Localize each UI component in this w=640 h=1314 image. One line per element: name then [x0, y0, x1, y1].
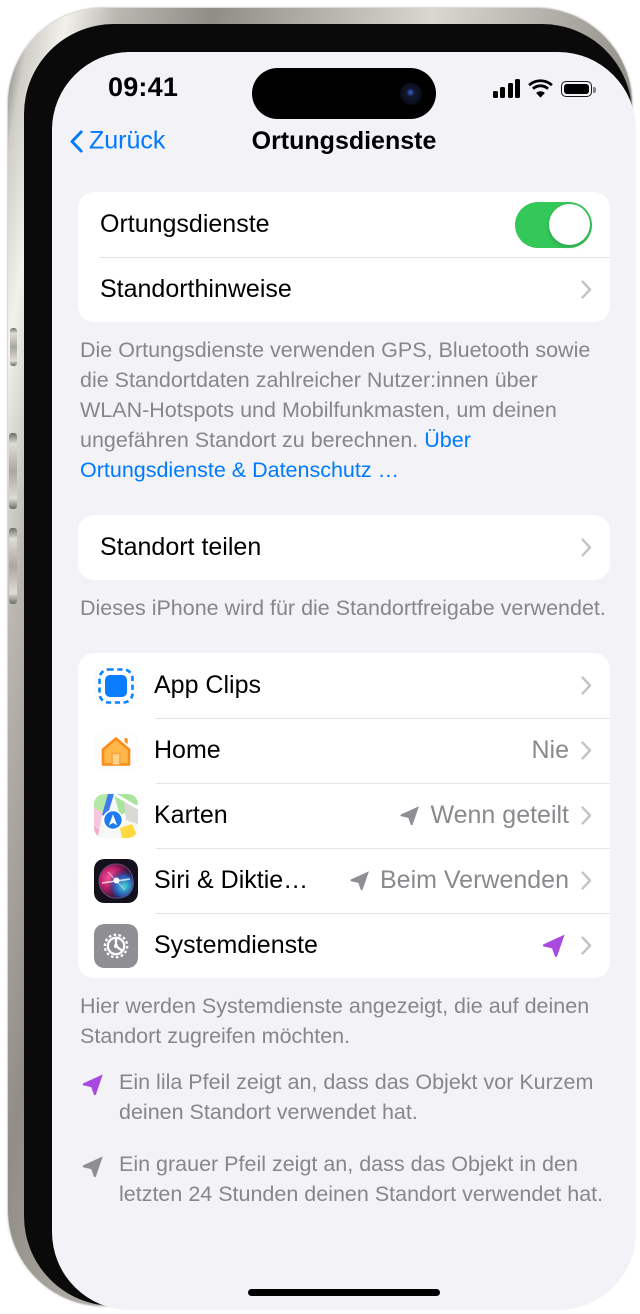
- iphone-device-frame: 09:41 Zurück Ortungsdienste Ortungsdiens…: [8, 8, 636, 1310]
- legend-text: Ein grauer Pfeil zeigt an, dass das Obje…: [119, 1152, 604, 1206]
- legend-text: Ein lila Pfeil zeigt an, dass das Objekt…: [119, 1070, 594, 1124]
- cellular-bars-icon: [492, 79, 520, 98]
- back-button-label: Zurück: [89, 126, 166, 155]
- location-services-toggle[interactable]: [515, 201, 592, 248]
- iphone-screen: 09:41 Zurück Ortungsdienste Ortungsdiens…: [52, 52, 636, 1310]
- footer-text: Hier werden Systemdienste angezeigt, die…: [80, 994, 590, 1048]
- system-services-footer: Hier werden Systemdienste angezeigt, die…: [52, 978, 636, 1051]
- share-location-group: Standort teilen: [78, 515, 610, 580]
- row-label: Home: [154, 736, 221, 764]
- legend-item-purple: Ein lila Pfeil zeigt an, dass das Objekt…: [80, 1067, 608, 1127]
- back-button[interactable]: Zurück: [70, 127, 165, 156]
- system-services-icon: [94, 923, 138, 968]
- row-label: Standort teilen: [100, 533, 262, 561]
- row-label: Systemdienste: [154, 931, 318, 959]
- chevron-right-icon: [581, 806, 592, 825]
- row-value: Nie: [531, 736, 569, 764]
- chevron-left-icon: [70, 129, 83, 153]
- arrow-legend: Ein lila Pfeil zeigt an, dass das Objekt…: [52, 1051, 636, 1209]
- volume-up-button[interactable]: [9, 433, 17, 509]
- front-camera-icon: [400, 82, 422, 105]
- device-bezel: 09:41 Zurück Ortungsdienste Ortungsdiens…: [24, 24, 636, 1310]
- gray-location-arrow-icon: [80, 1154, 105, 1179]
- status-bar-indicators: [492, 74, 596, 98]
- app-clips-icon: [94, 663, 138, 708]
- chevron-right-icon: [581, 538, 592, 557]
- home-app-icon: [94, 728, 138, 773]
- chevron-right-icon: [581, 280, 592, 299]
- row-app-clips[interactable]: App Clips: [78, 653, 610, 718]
- chevron-right-icon: [581, 936, 592, 955]
- page-title: Ortungsdienste: [251, 126, 437, 155]
- row-siri-dictation[interactable]: Siri & Diktie… Beim Verwenden: [78, 848, 610, 913]
- location-services-group: Ortungsdienste Standorthinweise: [78, 192, 610, 322]
- row-location-services[interactable]: Ortungsdienste: [78, 192, 610, 257]
- row-maps[interactable]: Karten Wenn geteilt: [78, 783, 610, 848]
- apps-permission-group: App Clips Home Nie Karten Wenn geteilt S…: [78, 653, 610, 978]
- row-home[interactable]: Home Nie: [78, 718, 610, 783]
- row-value: Beim Verwenden: [379, 866, 569, 894]
- wifi-icon: [528, 79, 553, 98]
- gray-location-arrow-icon: [348, 869, 371, 892]
- row-system-services[interactable]: Systemdienste: [78, 913, 610, 978]
- gray-location-arrow-icon: [398, 804, 421, 827]
- battery-full-icon: [561, 81, 596, 97]
- row-value: Wenn geteilt: [430, 801, 569, 829]
- row-label: Siri & Diktie…: [154, 866, 309, 894]
- purple-location-arrow-icon: [80, 1072, 105, 1097]
- chevron-right-icon: [581, 741, 592, 760]
- settings-scroll-view[interactable]: Ortungsdienste Standorthinweise Die Ortu…: [52, 168, 636, 1310]
- dynamic-island: [252, 68, 436, 119]
- footer-text: Die Ortungsdienste verwenden GPS, Blueto…: [80, 338, 591, 452]
- footer-text: Dieses iPhone wird für die Standortfreig…: [80, 596, 606, 620]
- share-location-footer: Dieses iPhone wird für die Standortfreig…: [52, 580, 636, 623]
- status-bar-clock: 09:41: [108, 72, 179, 102]
- home-indicator-bar[interactable]: [248, 1289, 440, 1296]
- row-label: Standorthinweise: [100, 275, 292, 303]
- toggle-knob: [548, 204, 590, 245]
- row-label: Karten: [154, 801, 228, 829]
- purple-location-arrow-icon: [540, 932, 567, 959]
- chevron-right-icon: [581, 676, 592, 695]
- row-share-location[interactable]: Standort teilen: [78, 515, 610, 580]
- row-label: Ortungsdienste: [100, 210, 270, 238]
- row-label: App Clips: [154, 671, 261, 699]
- action-button[interactable]: [10, 328, 17, 366]
- maps-app-icon: [94, 793, 138, 838]
- navigation-bar: Zurück Ortungsdienste: [52, 114, 636, 168]
- volume-down-button[interactable]: [9, 528, 17, 604]
- legend-item-gray: Ein grauer Pfeil zeigt an, dass das Obje…: [80, 1149, 608, 1209]
- chevron-right-icon: [581, 871, 592, 890]
- location-services-footer: Die Ortungsdienste verwenden GPS, Blueto…: [52, 322, 636, 485]
- siri-app-icon: [94, 858, 138, 903]
- status-bar: 09:41: [52, 52, 636, 119]
- row-location-alerts[interactable]: Standorthinweise: [78, 257, 610, 322]
